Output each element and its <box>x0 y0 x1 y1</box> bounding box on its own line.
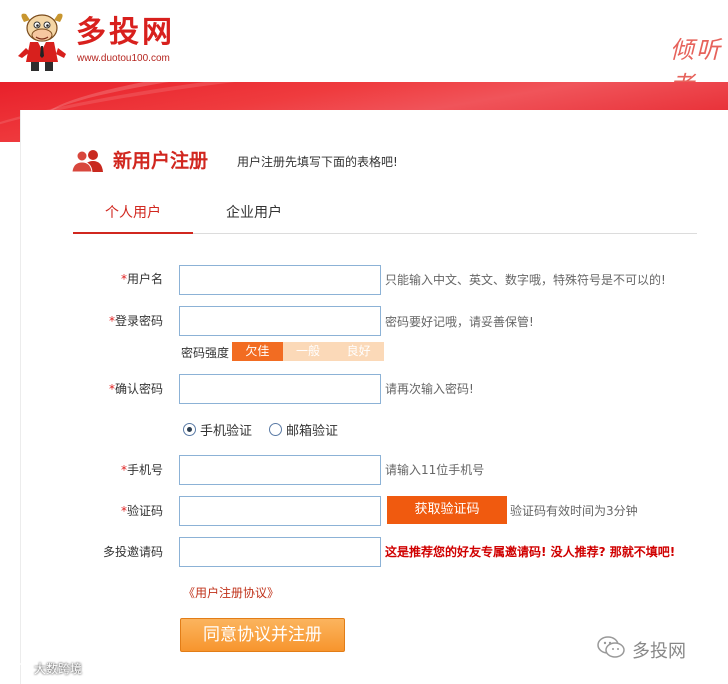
tab-company-user[interactable]: 企业用户 <box>199 200 309 234</box>
confirm-password-hint: 请再次输入密码! <box>385 382 474 396</box>
strength-level-medium: 一般 <box>282 342 334 361</box>
users-icon <box>71 148 105 173</box>
verification-code-label: *验证码 <box>21 502 163 519</box>
wechat-icon <box>596 634 626 665</box>
password-input[interactable] <box>179 306 381 336</box>
watermark-bottom-right-text: 多投网 <box>632 640 686 662</box>
invite-code-hint: 这是推荐您的好友专属邀请码! 没人推荐? 那就不填吧! <box>385 545 676 559</box>
user-type-tabs: 个人用户 企业用户 <box>73 200 697 234</box>
verification-code-input[interactable] <box>179 496 381 526</box>
phone-hint: 请输入11位手机号 <box>385 463 485 477</box>
verification-code-hint: 验证码有效时间为3分钟 <box>510 504 638 518</box>
password-strength-meter: 欠佳 一般 良好 <box>232 342 385 361</box>
logo-url[interactable]: www.duotou100.com <box>77 53 170 64</box>
site-header: 多投网 www.duotou100.com 倾听者 <box>0 0 728 99</box>
username-input[interactable] <box>179 265 381 295</box>
password-label: *登录密码 <box>21 312 163 329</box>
username-hint: 只能输入中文、英文、数字哦，特殊符号是不可以的! <box>385 273 666 287</box>
username-label: *用户名 <box>21 270 163 287</box>
verification-code-label-text: 验证码 <box>126 504 163 518</box>
password-hint: 密码要好记哦，请妥善保管! <box>385 315 534 329</box>
confirm-password-label: *确认密码 <box>21 380 163 397</box>
radio-selected-icon[interactable] <box>183 423 196 436</box>
phone-label: *手机号 <box>21 461 163 478</box>
registration-panel: 新用户注册 用户注册先填写下面的表格吧! 个人用户 企业用户 *用户名 只能输入… <box>20 110 728 684</box>
watermark-bottom-right: 多投网 <box>596 634 686 665</box>
radio-unselected-icon[interactable] <box>269 423 282 436</box>
user-agreement-link[interactable]: 《用户注册协议》 <box>183 584 279 601</box>
phone-label-text: 手机号 <box>126 463 163 477</box>
password-strength-label: 密码强度 <box>181 346 230 360</box>
watermark-bottom-left-text: 大数跨境 <box>34 662 83 676</box>
watermark-logo-icon <box>8 660 30 677</box>
get-code-button[interactable]: 获取验证码 <box>387 496 507 524</box>
invite-code-input[interactable] <box>179 537 381 567</box>
phone-input[interactable] <box>179 455 381 485</box>
confirm-password-input[interactable] <box>179 374 381 404</box>
radio-email-verify[interactable]: 邮箱验证 <box>269 420 338 439</box>
strength-level-weak: 欠佳 <box>232 342 283 361</box>
page-subtitle: 用户注册先填写下面的表格吧! <box>237 155 398 169</box>
radio-phone-verify-label: 手机验证 <box>200 424 253 439</box>
tab-personal-user[interactable]: 个人用户 <box>73 200 193 234</box>
page-title: 新用户注册 <box>113 150 209 172</box>
radio-email-verify-label: 邮箱验证 <box>286 424 339 439</box>
cow-mascot-icon[interactable] <box>14 8 70 74</box>
username-label-text: 用户名 <box>126 272 163 286</box>
password-label-text: 登录密码 <box>114 314 163 328</box>
logo-text[interactable]: 多投网 <box>76 16 175 50</box>
invite-code-label: 多投邀请码 <box>102 545 163 559</box>
strength-level-good: 良好 <box>333 342 385 361</box>
agree-and-register-button[interactable]: 同意协议并注册 <box>180 618 345 652</box>
confirm-password-label-text: 确认密码 <box>114 382 163 396</box>
radio-phone-verify[interactable]: 手机验证 <box>183 420 252 439</box>
watermark-bottom-left: 大数跨境 <box>8 660 82 677</box>
